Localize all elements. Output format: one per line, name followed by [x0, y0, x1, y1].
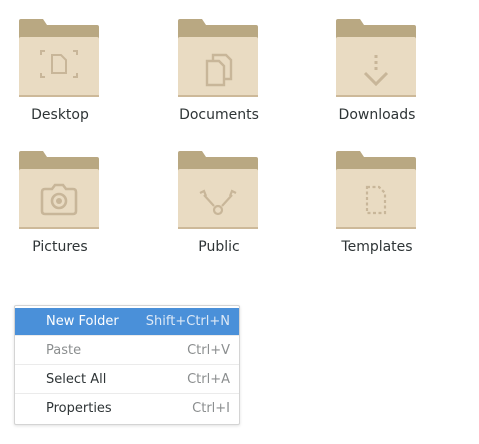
- folder-templates[interactable]: Templates: [317, 149, 437, 269]
- menu-item-paste[interactable]: Paste Ctrl+V: [15, 337, 239, 365]
- menu-item-label: Select All: [46, 372, 107, 387]
- downloads-icon: [336, 19, 416, 97]
- pictures-icon: [19, 151, 99, 229]
- folder-label: Public: [198, 239, 240, 255]
- menu-item-label: Paste: [46, 343, 82, 358]
- folder-grid: Desktop Documents Downloads Pictures Pub…: [0, 0, 479, 280]
- folder-pictures[interactable]: Pictures: [0, 149, 120, 269]
- menu-item-label: New Folder: [46, 314, 119, 329]
- context-menu: New Folder Shift+Ctrl+N Paste Ctrl+V Sel…: [14, 305, 240, 425]
- public-icon: [178, 151, 258, 229]
- menu-item-properties[interactable]: Properties Ctrl+I: [15, 395, 239, 423]
- menu-item-shortcut: Shift+Ctrl+N: [145, 314, 230, 329]
- folder-label: Templates: [341, 239, 413, 255]
- menu-item-shortcut: Ctrl+A: [187, 372, 230, 387]
- folder-desktop[interactable]: Desktop: [0, 17, 120, 137]
- menu-item-shortcut: Ctrl+V: [187, 343, 230, 358]
- menu-item-label: Properties: [46, 401, 112, 416]
- folder-label: Downloads: [338, 107, 416, 123]
- folder-public[interactable]: Public: [159, 149, 279, 269]
- menu-item-select-all[interactable]: Select All Ctrl+A: [15, 366, 239, 394]
- documents-icon: [178, 19, 258, 97]
- folder-label: Documents: [179, 107, 259, 123]
- menu-item-new-folder[interactable]: New Folder Shift+Ctrl+N: [15, 308, 239, 336]
- folder-label: Desktop: [31, 107, 89, 123]
- desktop-icon: [19, 19, 99, 97]
- templates-icon: [336, 151, 416, 229]
- folder-downloads[interactable]: Downloads: [317, 17, 437, 137]
- folder-documents[interactable]: Documents: [159, 17, 279, 137]
- folder-label: Pictures: [32, 239, 88, 255]
- menu-item-shortcut: Ctrl+I: [192, 401, 230, 416]
